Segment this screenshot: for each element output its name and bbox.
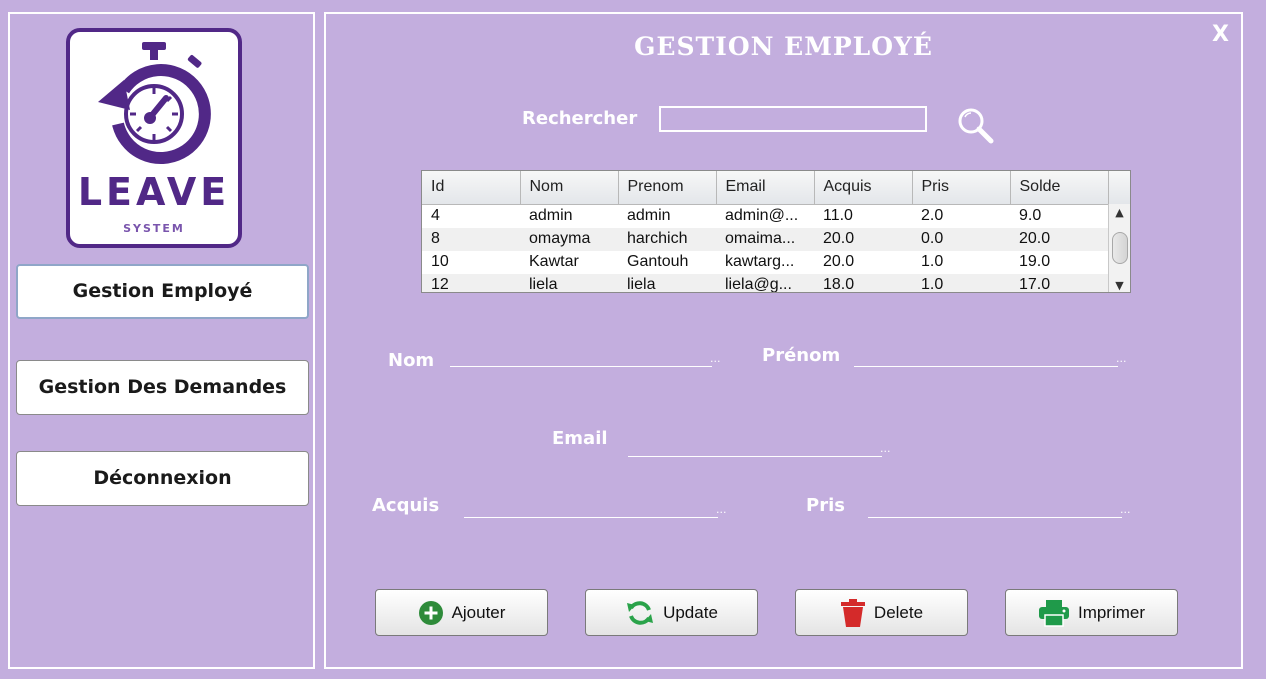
email-label: Email [552, 428, 608, 449]
column-header-acquis[interactable]: Acquis [814, 171, 913, 205]
sidebar-item-deconnexion[interactable]: Déconnexion [16, 451, 309, 506]
prenom-label: Prénom [762, 345, 841, 366]
nom-field[interactable] [450, 344, 712, 367]
search-input[interactable] [659, 106, 927, 132]
scroll-up-icon[interactable]: ▲ [1109, 206, 1130, 219]
column-header-email[interactable]: Email [716, 171, 815, 205]
column-header-pris[interactable]: Pris [912, 171, 1011, 205]
add-button-label: Ajouter [451, 602, 506, 622]
table-cell: 19.0 [1019, 253, 1051, 270]
plus-circle-icon [418, 600, 443, 625]
logo-wordmark: LEAVE [77, 170, 231, 214]
table-cell: 10 [431, 253, 449, 270]
table-cell: omayma [520, 227, 618, 251]
table-cell: liela [520, 273, 618, 292]
email-field[interactable] [628, 434, 882, 457]
acquis-field-ellipsis: ... [716, 503, 727, 516]
table-cell: 1.0 [921, 253, 944, 270]
table-cell: 11.0 [823, 207, 853, 224]
table-cell: liela [618, 273, 716, 292]
column-header-solde[interactable]: Solde [1010, 171, 1109, 205]
table-cell: Gantouh [627, 253, 689, 270]
add-button[interactable]: Ajouter [375, 589, 548, 636]
acquis-field[interactable] [464, 495, 718, 518]
sidebar-item-label: Déconnexion [93, 467, 232, 489]
sidebar: LEAVE SYSTEM Gestion Employé Gestion Des… [8, 12, 315, 669]
table-cell: 17.0 [1010, 273, 1108, 292]
nom-label: Nom [388, 350, 435, 371]
leave-system-logo: LEAVE SYSTEM [66, 28, 242, 248]
table-cell: 2.0 [921, 207, 944, 224]
table-cell: omaima... [716, 227, 814, 251]
table-cell: 0.0 [912, 227, 1010, 251]
main-panel: GESTION EMPLOYÉ X Rechercher Id Nom Pren… [324, 12, 1243, 669]
table-cell: kawtarg... [725, 253, 795, 270]
search-label: Rechercher [522, 108, 638, 129]
close-button[interactable]: X [1212, 22, 1229, 47]
table-row[interactable]: 8 omayma harchich omaima... 20.0 0.0 20.… [422, 227, 1130, 251]
delete-button[interactable]: Delete [795, 589, 968, 636]
column-header-prenom[interactable]: Prenom [618, 171, 717, 205]
update-button-label: Update [663, 602, 718, 622]
pris-label: Pris [806, 495, 845, 516]
printer-icon [1038, 599, 1069, 627]
print-button[interactable]: Imprimer [1005, 589, 1178, 636]
delete-button-label: Delete [873, 602, 924, 622]
table-cell: 9.0 [1019, 207, 1042, 224]
search-icon[interactable] [956, 106, 996, 150]
table-cell: 8 [422, 227, 520, 251]
column-header-nom[interactable]: Nom [520, 171, 619, 205]
table-cell: Kawtar [529, 253, 579, 270]
table-cell: admin [529, 207, 573, 224]
sidebar-item-label: Gestion Des Demandes [38, 376, 287, 398]
acquis-label: Acquis [372, 495, 440, 516]
email-field-ellipsis: ... [880, 442, 891, 455]
table-scrollbar[interactable]: ▲ ▼ [1108, 204, 1130, 292]
column-header-id[interactable]: Id [422, 171, 521, 205]
pris-field[interactable] [868, 495, 1122, 518]
table-cell: 4 [431, 207, 440, 224]
table-cell: admin [627, 207, 671, 224]
update-button[interactable]: Update [585, 589, 758, 636]
column-header-corner [1108, 171, 1130, 205]
print-button-label: Imprimer [1077, 602, 1146, 622]
pris-field-ellipsis: ... [1120, 503, 1131, 516]
table-cell: admin@... [725, 207, 799, 224]
table-cell: 1.0 [912, 273, 1010, 292]
scroll-thumb[interactable] [1112, 232, 1128, 264]
table-cell: harchich [618, 227, 716, 251]
table-cell: liela@g... [716, 273, 814, 292]
scroll-down-icon[interactable]: ▼ [1109, 279, 1130, 292]
table-header-row: Id Nom Prenom Email Acquis Pris Solde [422, 171, 1130, 205]
table-row[interactable]: 12 liela liela liela@g... 18.0 1.0 17.0 [422, 273, 1130, 292]
employee-table[interactable]: Id Nom Prenom Email Acquis Pris Solde 4 … [421, 170, 1131, 293]
table-cell: 18.0 [814, 273, 912, 292]
stopwatch-icon [98, 42, 211, 165]
table-cell: 20.0 [823, 253, 855, 270]
prenom-field[interactable] [854, 344, 1118, 367]
page-title: GESTION EMPLOYÉ [634, 32, 933, 61]
table-cell: 20.0 [814, 227, 912, 251]
nom-field-ellipsis: ... [710, 352, 721, 365]
prenom-field-ellipsis: ... [1116, 352, 1127, 365]
sidebar-item-label: Gestion Employé [72, 280, 253, 302]
table-row[interactable]: 10 Kawtar Gantouh kawtarg... 20.0 1.0 19… [422, 251, 1130, 274]
trash-icon [840, 598, 865, 627]
table-row[interactable]: 4 admin admin admin@... 11.0 2.0 9.0 [422, 204, 1130, 228]
sidebar-item-gestion-des-demandes[interactable]: Gestion Des Demandes [16, 360, 309, 415]
refresh-icon [627, 600, 654, 625]
table-cell: 20.0 [1010, 227, 1108, 251]
sidebar-item-gestion-employe[interactable]: Gestion Employé [16, 264, 309, 319]
logo-subtitle: SYSTEM [123, 222, 185, 235]
table-cell: 12 [422, 273, 520, 292]
